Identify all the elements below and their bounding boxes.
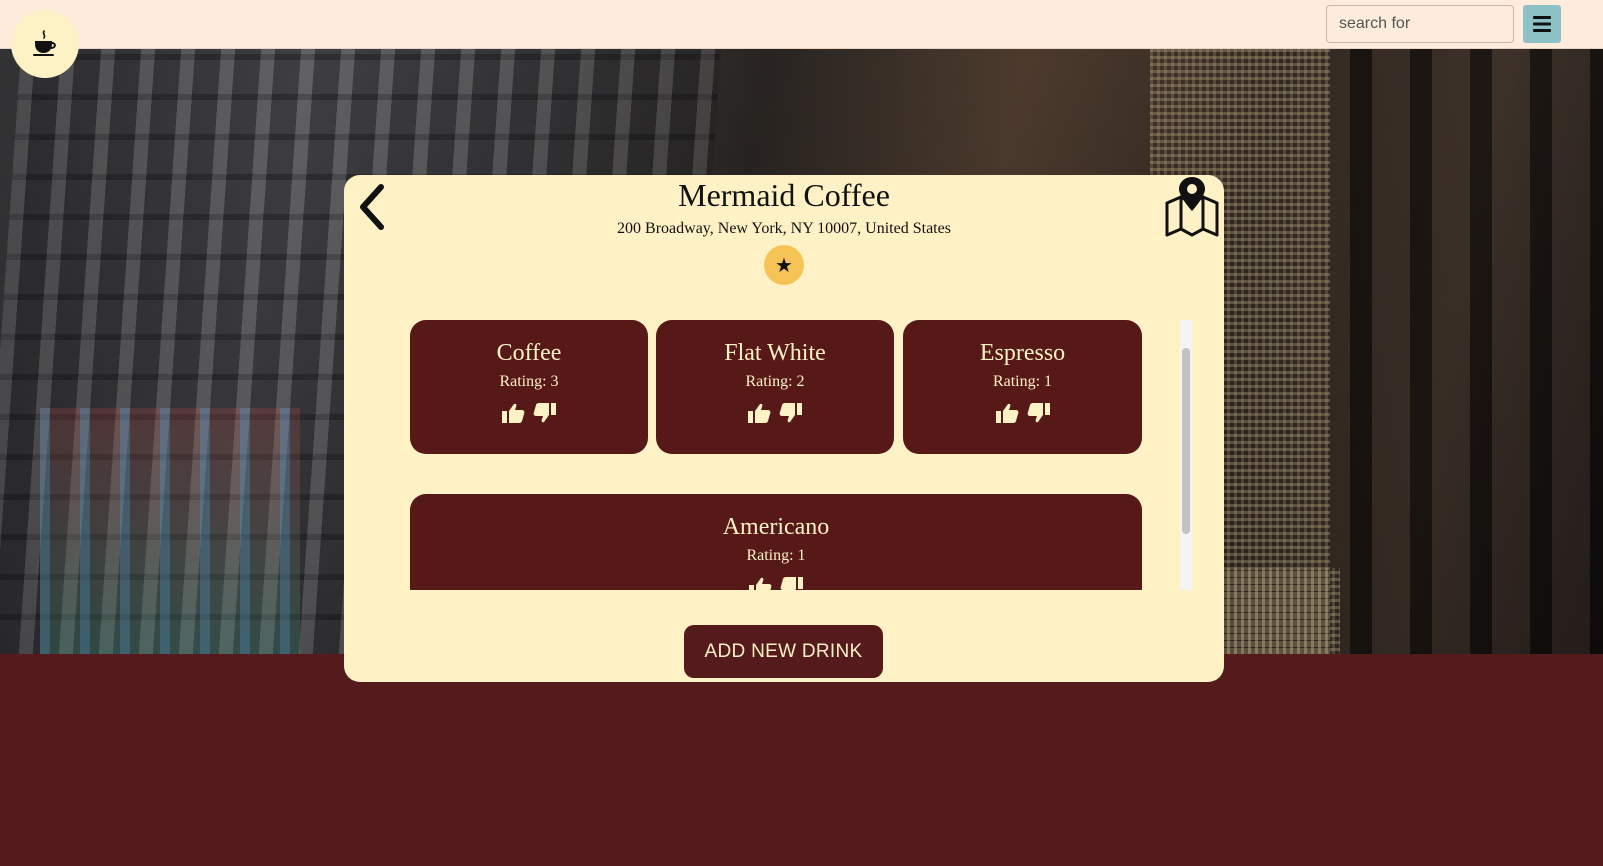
drink-name: Coffee — [496, 340, 562, 366]
thumbs-up-icon — [749, 577, 772, 590]
thumbs-down-button[interactable] — [779, 401, 803, 425]
drink-card-flat-white[interactable]: Flat White Rating: 2 — [656, 320, 894, 454]
search-input[interactable] — [1326, 5, 1514, 43]
scrollbar-thumb[interactable] — [1182, 348, 1190, 534]
drink-list[interactable]: Coffee Rating: 3 Flat White Rating: 2 Es… — [410, 320, 1192, 590]
drink-rating: Rating: 1 — [746, 547, 806, 564]
drink-card-americano[interactable]: Americano Rating: 1 — [410, 494, 1142, 590]
thumbs-up-button[interactable] — [501, 401, 525, 425]
drink-list-scrollbar[interactable] — [1180, 320, 1192, 590]
shop-name: Mermaid Coffee — [678, 177, 890, 213]
thumbs-up-button[interactable] — [995, 401, 1019, 425]
thumbs-down-button[interactable] — [1027, 401, 1051, 425]
drink-name: Flat White — [724, 340, 826, 366]
drink-rating: Rating: 1 — [992, 373, 1053, 390]
drink-card-espresso[interactable]: Espresso Rating: 1 — [903, 320, 1142, 454]
thumbs-up-button[interactable] — [748, 575, 772, 590]
hamburger-menu-icon — [1533, 16, 1551, 32]
map-pin-icon — [1165, 177, 1219, 237]
add-new-drink-button[interactable]: ADD NEW DRINK — [684, 625, 883, 678]
top-bar — [0, 0, 1603, 49]
thumbs-down-icon — [533, 403, 556, 423]
favorite-button[interactable]: ★ — [764, 245, 804, 285]
thumbs-down-icon — [780, 577, 803, 590]
menu-button[interactable] — [1523, 5, 1561, 43]
map-button[interactable] — [1162, 175, 1222, 239]
thumbs-down-icon — [779, 403, 802, 423]
thumbs-up-icon — [748, 403, 771, 423]
coffee-cup-icon — [33, 30, 56, 56]
thumbs-down-icon — [1027, 403, 1050, 423]
thumbs-up-icon — [995, 403, 1018, 423]
drink-card-coffee[interactable]: Coffee Rating: 3 — [410, 320, 648, 454]
thumbs-up-button[interactable] — [747, 401, 771, 425]
star-icon: ★ — [775, 254, 793, 277]
thumbs-up-icon — [502, 403, 525, 423]
drink-name: Americano — [722, 514, 830, 540]
drink-name: Espresso — [979, 340, 1066, 366]
thumbs-down-button[interactable] — [780, 575, 804, 590]
drink-rating: Rating: 3 — [499, 373, 559, 390]
shop-address: 200 Broadway, New York, NY 10007, United… — [617, 220, 951, 237]
logo[interactable] — [11, 10, 79, 78]
coffee-shop-panel: Mermaid Coffee 200 Broadway, New York, N… — [344, 175, 1224, 682]
drink-rating: Rating: 2 — [745, 373, 805, 390]
thumbs-down-button[interactable] — [533, 401, 557, 425]
